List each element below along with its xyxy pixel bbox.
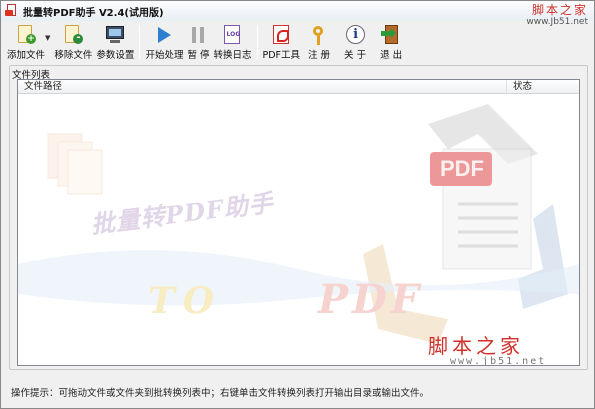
start-button[interactable]: 开始处理 bbox=[143, 23, 185, 61]
pdf-tool-label: PDF工具 bbox=[262, 50, 301, 61]
pause-button[interactable]: 暂 停 bbox=[185, 23, 211, 61]
settings-label: 参数设置 bbox=[96, 50, 135, 61]
toolbar-separator bbox=[139, 25, 141, 59]
background-watermark-name: 脚本之家 bbox=[428, 334, 524, 358]
pdf-icon bbox=[270, 24, 292, 45]
operation-hint: 操作提示：可拖动文件或文件夹到批转换列表中；右键单击文件转换列表打开输出目录或输… bbox=[11, 388, 430, 399]
pause-icon bbox=[187, 24, 209, 45]
register-button[interactable]: 注 册 bbox=[306, 23, 332, 61]
play-icon bbox=[153, 24, 175, 45]
info-icon: i bbox=[344, 24, 366, 45]
exit-icon bbox=[380, 24, 402, 45]
toolbar-separator bbox=[256, 25, 258, 59]
add-file-button[interactable]: + 添加文件 bbox=[5, 23, 47, 61]
exit-label: 退 出 bbox=[380, 50, 403, 61]
remove-file-icon: - bbox=[62, 24, 84, 45]
watermark-site-name: 脚本之家 bbox=[531, 3, 588, 17]
column-header-status[interactable]: 状态 bbox=[507, 80, 579, 93]
add-file-dropdown-icon[interactable]: ▼ bbox=[45, 34, 50, 42]
file-list-view[interactable]: 文件路径 状态 PDF 批量转PDF助手 TO PDF 脚本之家 www.jb5… bbox=[17, 79, 580, 366]
register-label: 注 册 bbox=[308, 50, 331, 61]
background-watermark-url: www.jb51.net bbox=[450, 356, 547, 366]
app-logo-icon bbox=[5, 4, 19, 18]
column-header-path[interactable]: 文件路径 bbox=[18, 80, 507, 93]
settings-button[interactable]: 参数设置 bbox=[94, 23, 136, 61]
remove-file-button[interactable]: - 移除文件 bbox=[52, 23, 94, 61]
settings-monitor-icon bbox=[104, 24, 126, 45]
key-icon bbox=[308, 24, 330, 45]
watermark-site-url: www.Jb51.net bbox=[526, 17, 588, 27]
background-to-text: TO bbox=[148, 280, 223, 322]
log-button[interactable]: LOG 转换日志 bbox=[211, 23, 253, 61]
pdf-badge-text: PDF bbox=[440, 156, 484, 181]
add-file-label: 添加文件 bbox=[7, 50, 46, 61]
start-label: 开始处理 bbox=[145, 50, 184, 61]
pdf-tool-button[interactable]: PDF工具 bbox=[261, 23, 303, 61]
background-pdf-text: PDF bbox=[318, 276, 424, 323]
toolbar: + 添加文件 ▼ - 移除文件 参数设置 开始处理 暂 停 LOG 转换日志 P… bbox=[5, 23, 404, 61]
background-artwork: PDF 批量转PDF助手 TO PDF 脚本之家 www.jb51.net bbox=[18, 94, 579, 365]
list-header: 文件路径 状态 bbox=[18, 80, 579, 94]
log-label: 转换日志 bbox=[213, 50, 252, 61]
about-button[interactable]: i 关 于 bbox=[342, 23, 368, 61]
log-icon: LOG bbox=[221, 24, 243, 45]
window-title: 批量转PDF助手 V2.4(试用版) bbox=[23, 7, 164, 19]
pause-label: 暂 停 bbox=[187, 50, 210, 61]
site-watermark: 脚本之家 www.Jb51.net bbox=[526, 3, 588, 28]
title-bar: 批量转PDF助手 V2.4(试用版) 脚本之家 www.Jb51.net bbox=[1, 1, 594, 27]
about-label: 关 于 bbox=[344, 50, 367, 61]
add-file-icon: + bbox=[15, 24, 37, 45]
remove-file-label: 移除文件 bbox=[54, 50, 93, 61]
exit-button[interactable]: 退 出 bbox=[378, 23, 404, 61]
main-window: 批量转PDF助手 V2.4(试用版) 脚本之家 www.Jb51.net + 添… bbox=[0, 0, 595, 409]
